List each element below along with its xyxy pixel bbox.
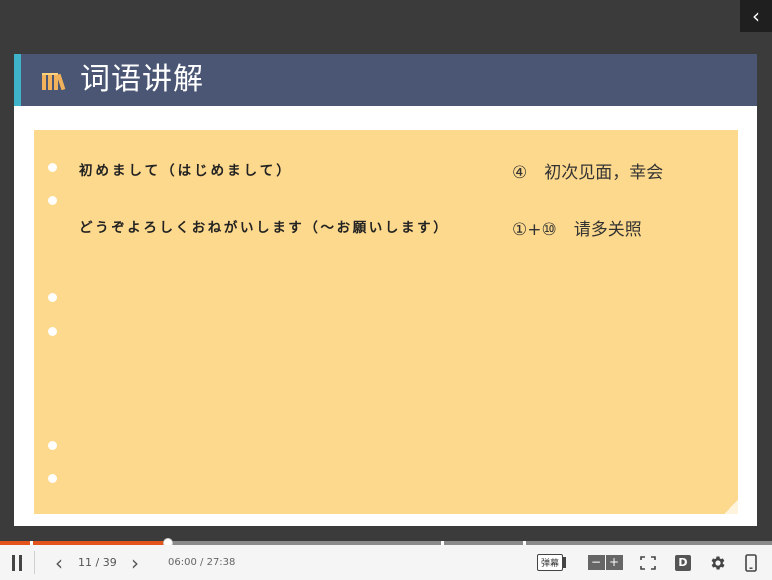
d-mode-button[interactable]: D (673, 545, 693, 580)
chevron-left-icon: ‹ (55, 550, 63, 575)
fullscreen-button[interactable] (638, 545, 658, 580)
page-indicator: 11 / 39 (78, 545, 117, 580)
chevron-right-icon: › (131, 550, 139, 575)
vocab-meaning: ①+⑩ 请多关照 (512, 220, 642, 240)
vocabulary-panel: 初めまして（はじめまして） ④ 初次见面，幸会 どうぞよろしくおねがいします（～… (34, 130, 738, 514)
slide-header: 词语讲解 (14, 54, 757, 106)
bullet-point (48, 196, 57, 205)
time-separator: / (200, 557, 204, 568)
pause-icon (10, 554, 24, 571)
danmu-label: 弹幕 (536, 554, 567, 571)
pause-button[interactable] (6, 545, 28, 580)
plus-icon: + (605, 555, 623, 570)
collapse-button[interactable]: ‹ (740, 0, 772, 32)
bullet-point (48, 327, 57, 336)
fullscreen-icon (640, 555, 656, 570)
current-time: 06:00 (168, 557, 197, 568)
player-stage: ‹ 词语讲解 初めまして（はじめまして） ④ 初次见面，幸会 どうぞよろしくおね… (0, 0, 772, 541)
bullet-point (48, 441, 57, 450)
control-divider (34, 551, 35, 574)
gear-icon (711, 555, 725, 570)
current-page: 11 (78, 556, 92, 569)
books-icon (42, 73, 66, 90)
zoom-in-button[interactable]: + (605, 545, 623, 580)
mobile-view-button[interactable] (741, 545, 761, 580)
zoom-out-button[interactable]: − (587, 545, 605, 580)
settings-button[interactable] (707, 545, 729, 580)
bullet-point (48, 163, 57, 172)
control-bar: ‹ 11 / 39 › 06:00 / 27:38 弹幕 − + D (0, 545, 772, 580)
time-display: 06:00 / 27:38 (168, 545, 235, 580)
bullet-point (48, 474, 57, 483)
page-separator: / (95, 556, 100, 569)
page-corner-fold (724, 500, 738, 514)
chevron-left-icon: ‹ (752, 4, 760, 28)
header-accent-bar (14, 54, 21, 106)
vocab-japanese: どうぞよろしくおねがいします（～お願いします） (79, 220, 450, 236)
next-page-button[interactable]: › (126, 545, 144, 580)
total-pages: 39 (102, 556, 117, 569)
danmu-toggle-button[interactable]: 弹幕 (530, 545, 570, 580)
minus-icon: − (587, 555, 605, 570)
phone-icon (745, 553, 757, 572)
slide-title: 词语讲解 (80, 62, 204, 97)
slide: 词语讲解 初めまして（はじめまして） ④ 初次见面，幸会 どうぞよろしくおねがい… (14, 54, 757, 526)
vocab-meaning: ④ 初次见面，幸会 (512, 163, 664, 183)
vocab-japanese: 初めまして（はじめまして） (79, 163, 293, 179)
previous-page-button[interactable]: ‹ (50, 545, 68, 580)
total-time: 27:38 (206, 557, 236, 568)
bullet-point (48, 293, 57, 302)
d-icon: D (675, 554, 691, 571)
